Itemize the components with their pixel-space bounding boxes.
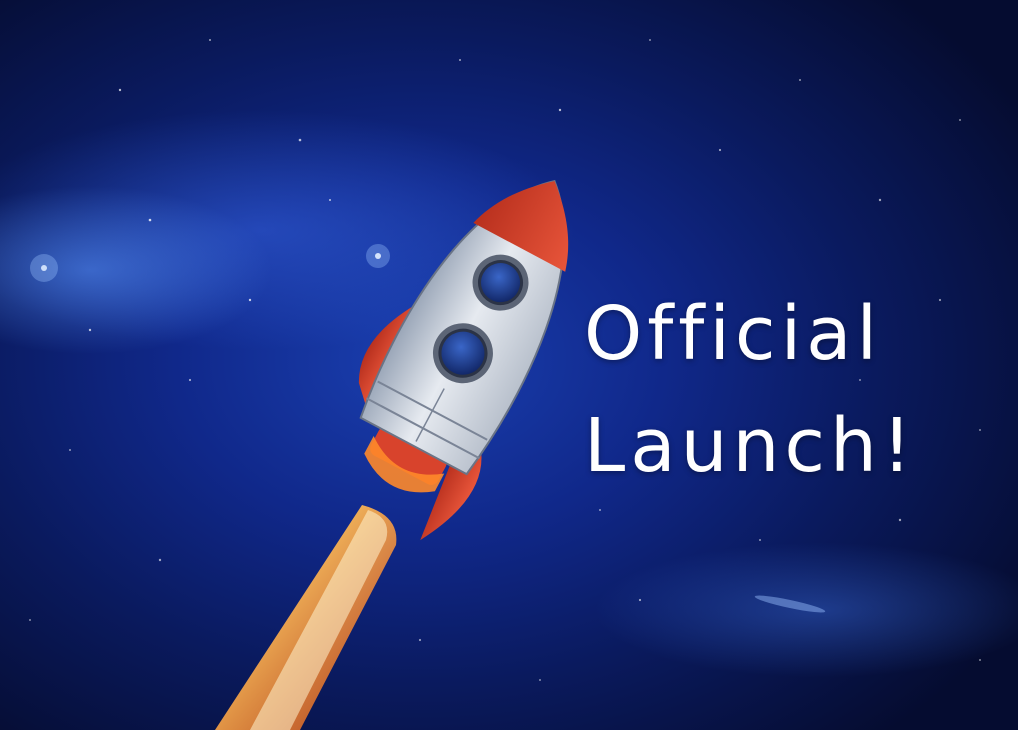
rocket-body — [358, 179, 569, 541]
rocket-flame — [215, 505, 397, 730]
headline-line-1: Official — [584, 291, 883, 377]
launch-banner: Official Launch! — [0, 0, 1018, 730]
launch-headline: Official Launch! — [584, 278, 917, 502]
headline-line-2: Launch! — [584, 403, 917, 489]
